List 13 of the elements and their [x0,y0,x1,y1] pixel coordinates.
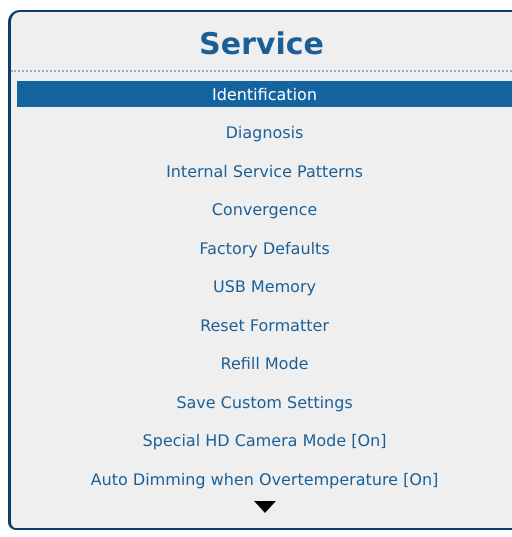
menu-item[interactable]: Diagnosis [17,120,512,146]
menu-item[interactable]: Special HD Camera Mode [On] [17,428,512,454]
menu-item[interactable]: Internal Service Patterns [17,158,512,184]
menu-item[interactable]: USB Memory [17,274,512,300]
menu-item[interactable]: Identification [17,81,512,107]
menu-item[interactable]: Factory Defaults [17,235,512,261]
menu-item[interactable]: Reset Formatter [17,312,512,338]
menu-item[interactable]: Save Custom Settings [17,389,512,415]
menu-item[interactable]: Refill Mode [17,350,512,376]
scroll-down-arrow-icon[interactable] [254,500,276,512]
menu-item[interactable]: Auto Dimming when Overtemperature [On] [17,466,512,492]
menu-title: Service [198,26,325,64]
menu-item[interactable]: Convergence [17,196,512,222]
